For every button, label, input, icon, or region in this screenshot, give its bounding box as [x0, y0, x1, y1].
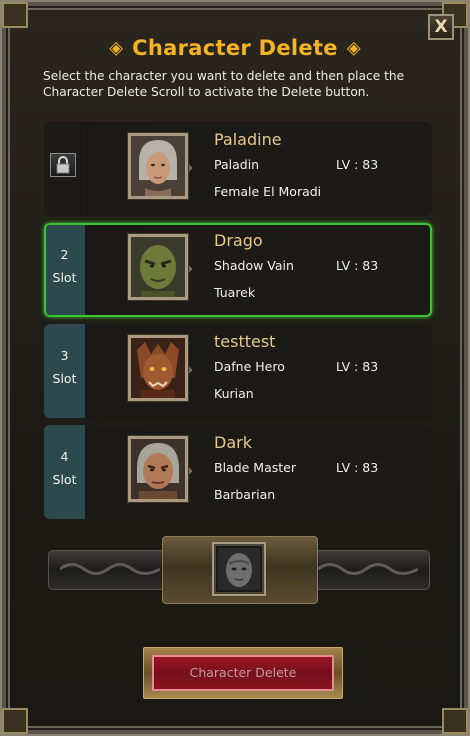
- instruction-text: Select the character you want to delete …: [43, 69, 405, 99]
- delete-scroll-item-icon: [218, 548, 260, 590]
- character-slot-1[interactable]: Paladine Paladin LV : 83 Female El Morad…: [44, 122, 432, 216]
- slot-label: Slot: [52, 371, 77, 386]
- slot-tab: 4 Slot: [44, 425, 85, 519]
- character-class: Shadow Vain: [214, 258, 294, 273]
- slot-number: 3: [60, 348, 69, 363]
- slot-number: 4: [60, 449, 69, 464]
- female-human-portrait-icon: [127, 132, 189, 200]
- delete-button-frame: Character Delete: [143, 647, 343, 699]
- character-class: Paladin: [214, 157, 260, 172]
- diamond-icon: ◈: [109, 37, 124, 59]
- portrait-frame: [121, 329, 195, 409]
- character-class: Blade Master: [214, 460, 296, 475]
- portrait-frame: [121, 127, 195, 207]
- character-slot-4[interactable]: 4 Slot Dark Blade Master LV : 83 Barbari…: [44, 425, 432, 519]
- delete-scroll-bar: [48, 536, 430, 604]
- character-level: LV : 83: [336, 359, 379, 374]
- slot-tab: 2 Slot: [46, 225, 85, 315]
- portrait-frame: [121, 228, 195, 308]
- rail-ornament-icon: [60, 563, 160, 575]
- rail-ornament-icon: [318, 563, 418, 575]
- delete-scroll-slot[interactable]: [212, 542, 266, 596]
- character-race: Tuarek: [214, 285, 256, 300]
- frame-corner-ornament: [2, 2, 28, 28]
- character-slot-3[interactable]: 3 Slot testtest Dafne Hero LV : 83 Kuria…: [44, 324, 432, 418]
- window-title: Character Delete: [132, 36, 338, 60]
- character-slot-2[interactable]: 2 Slot Drago Shadow Vain LV : 83 Tuarek: [44, 223, 432, 317]
- slot-tab: 3 Slot: [44, 324, 85, 418]
- slot-label: Slot: [52, 270, 77, 285]
- lock-button[interactable]: [50, 153, 76, 177]
- slot-tab: [44, 122, 85, 216]
- character-level: LV : 83: [336, 258, 379, 273]
- orc-portrait-icon: [127, 233, 189, 301]
- character-level: LV : 83: [336, 460, 379, 475]
- character-delete-button[interactable]: Character Delete: [152, 655, 334, 691]
- slot-number: 2: [60, 247, 69, 262]
- kurian-portrait-icon: [127, 334, 189, 402]
- diamond-icon: ◈: [346, 37, 361, 59]
- character-class: Dafne Hero: [214, 359, 285, 374]
- slot-label: Slot: [52, 472, 77, 487]
- portrait-frame: [121, 430, 195, 510]
- title-row: ◈ Character Delete ◈: [6, 36, 464, 60]
- lock-icon: [56, 156, 70, 174]
- barbarian-portrait-icon: [127, 435, 189, 503]
- character-name: testtest: [214, 332, 276, 351]
- character-name: Drago: [214, 231, 263, 250]
- character-name: Paladine: [214, 130, 282, 149]
- character-level: LV : 83: [336, 157, 379, 172]
- character-delete-window: X ◈ Character Delete ◈ Select the charac…: [0, 0, 470, 736]
- frame-corner-ornament: [442, 708, 468, 734]
- character-race: Barbarian: [214, 487, 276, 502]
- character-name: Dark: [214, 433, 252, 452]
- character-race: Female El Moradi: [214, 184, 322, 199]
- character-race: Kurian: [214, 386, 254, 401]
- frame-corner-ornament: [2, 708, 28, 734]
